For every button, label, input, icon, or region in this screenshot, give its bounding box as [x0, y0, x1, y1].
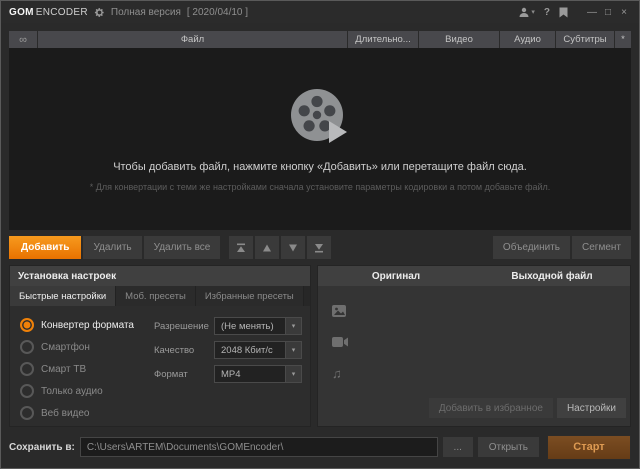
resolution-dropdown[interactable]: (Не менять) ▾: [214, 317, 302, 335]
dropzone-hint: Чтобы добавить файл, нажмите кнопку «Доб…: [113, 161, 527, 173]
mode-smartphone[interactable]: Смартфон: [20, 340, 144, 354]
lower-panels: Установка настроек Быстрые настройки Моб…: [9, 265, 631, 427]
gom-encoder-window: GOM ENCODER Полная версия [ 2020/04/10 ]…: [0, 0, 640, 469]
resolution-field: Разрешение (Не менять) ▾: [154, 317, 302, 335]
dropzone-note: * Для конвертации с теми же настройками …: [90, 182, 551, 192]
titlebar-right: ▾ ? — □ ×: [519, 7, 631, 18]
media-info-icons: ♫: [332, 304, 348, 380]
mode-format-converter[interactable]: Конвертер формата: [20, 318, 144, 332]
settings-panel-title: Установка настроек: [10, 266, 310, 286]
close-button[interactable]: ×: [617, 7, 631, 18]
logo-encoder-text: ENCODER: [36, 7, 88, 18]
resolution-label: Разрешение: [154, 321, 214, 332]
mode-web-video[interactable]: Веб видео: [20, 406, 144, 420]
radio-icon: [20, 384, 34, 398]
mode-label: Только аудио: [41, 386, 103, 397]
quality-field: Качество 2048 Кбит/с ▾: [154, 341, 302, 359]
help-icon[interactable]: ?: [544, 7, 550, 18]
tab-mobile-presets[interactable]: Моб. пресеты: [116, 286, 196, 306]
video-camera-icon: [332, 335, 348, 349]
mode-label: Веб видео: [41, 408, 89, 419]
app-logo: GOM ENCODER: [9, 7, 88, 18]
radio-icon: [20, 340, 34, 354]
chevron-down-icon[interactable]: ▾: [285, 342, 301, 358]
move-down-button[interactable]: [281, 236, 305, 259]
preview-panel: Оригинал Выходной файл ♫ Добавить в избр…: [317, 265, 631, 427]
mode-label: Смартфон: [41, 342, 90, 353]
window-controls: — □ ×: [585, 7, 631, 18]
quality-value: 2048 Кбит/с: [215, 345, 285, 356]
settings-panel-body: Конвертер формата Смартфон Смарт ТВ Толь…: [10, 306, 310, 426]
music-note-icon: ♫: [332, 366, 348, 380]
move-top-button[interactable]: [229, 236, 253, 259]
output-path-input[interactable]: [80, 437, 438, 457]
column-header-duration[interactable]: Длительно...: [348, 31, 418, 48]
file-table-header: ∞ Файл Длительно... Видео Аудио Субтитры…: [9, 31, 631, 48]
preview-header: Оригинал Выходной файл: [318, 266, 630, 286]
chevron-down-icon[interactable]: ▾: [285, 366, 301, 382]
save-to-label: Сохранить в:: [9, 442, 75, 453]
format-label: Формат: [154, 369, 214, 380]
output-column-title: Выходной файл: [474, 266, 630, 286]
version-label: Полная версия: [111, 7, 181, 18]
remove-all-button[interactable]: Удалить все: [144, 236, 221, 259]
radio-icon: [20, 362, 34, 376]
mode-smart-tv[interactable]: Смарт ТВ: [20, 362, 144, 376]
mode-audio-only[interactable]: Только аудио: [20, 384, 144, 398]
column-header-video[interactable]: Видео: [419, 31, 499, 48]
move-up-button[interactable]: [255, 236, 279, 259]
settings-panel: Установка настроек Быстрые настройки Моб…: [9, 265, 311, 427]
image-icon: [332, 304, 348, 318]
radio-icon: [20, 318, 34, 332]
column-header-star[interactable]: *: [615, 31, 631, 48]
add-button[interactable]: Добавить: [9, 236, 81, 259]
user-caret-icon: ▾: [531, 8, 535, 16]
file-toolbar: Добавить Удалить Удалить все Объединить …: [9, 236, 631, 259]
format-value: MP4: [215, 369, 285, 380]
segment-button[interactable]: Сегмент: [572, 236, 631, 259]
toolbar-spacer: [333, 236, 491, 259]
build-date-label: [ 2020/04/10 ]: [187, 7, 248, 18]
start-button[interactable]: Старт: [547, 435, 631, 460]
remove-button[interactable]: Удалить: [83, 236, 141, 259]
preview-body: ♫: [318, 286, 630, 395]
flag-icon[interactable]: [559, 7, 568, 18]
encoding-fields: Разрешение (Не менять) ▾ Качество 2048 К…: [144, 315, 306, 420]
column-header-subtitles[interactable]: Субтитры: [556, 31, 614, 48]
reorder-buttons: [229, 236, 331, 259]
preview-footer: Добавить в избранное Настройки: [318, 395, 630, 426]
quality-dropdown[interactable]: 2048 Кбит/с ▾: [214, 341, 302, 359]
user-account-icon[interactable]: ▾: [519, 7, 535, 17]
minimize-button[interactable]: —: [585, 7, 599, 18]
browse-button[interactable]: ...: [443, 437, 473, 457]
move-bottom-button[interactable]: [307, 236, 331, 259]
logo-gom-text: GOM: [9, 7, 34, 18]
original-column-title: Оригинал: [318, 266, 474, 286]
format-dropdown[interactable]: MP4 ▾: [214, 365, 302, 383]
settings-tabs: Быстрые настройки Моб. пресеты Избранные…: [10, 286, 310, 306]
film-reel-icon: [289, 87, 351, 145]
column-header-file[interactable]: Файл: [38, 31, 347, 48]
mode-label: Смарт ТВ: [41, 364, 86, 375]
titlebar: GOM ENCODER Полная версия [ 2020/04/10 ]…: [1, 1, 639, 23]
resolution-value: (Не менять): [215, 321, 285, 332]
link-icon[interactable]: ∞: [9, 31, 37, 48]
settings-button[interactable]: Настройки: [557, 398, 626, 418]
tab-favorite-presets[interactable]: Избранные пресеты: [196, 286, 304, 306]
column-header-audio[interactable]: Аудио: [500, 31, 555, 48]
mode-radio-group: Конвертер формата Смартфон Смарт ТВ Толь…: [20, 315, 144, 420]
chevron-down-icon[interactable]: ▾: [285, 318, 301, 334]
merge-button[interactable]: Объединить: [493, 236, 570, 259]
tab-quick-settings[interactable]: Быстрые настройки: [10, 286, 116, 306]
open-folder-button[interactable]: Открыть: [478, 437, 539, 457]
quality-label: Качество: [154, 345, 214, 356]
radio-icon: [20, 406, 34, 420]
add-to-favorites-button[interactable]: Добавить в избранное: [429, 398, 553, 418]
mode-label: Конвертер формата: [41, 320, 134, 331]
maximize-button[interactable]: □: [601, 7, 615, 18]
format-field: Формат MP4 ▾: [154, 365, 302, 383]
save-bar: Сохранить в: ... Открыть Старт: [9, 432, 631, 462]
gear-icon[interactable]: [94, 7, 105, 18]
file-drop-zone[interactable]: Чтобы добавить файл, нажмите кнопку «Доб…: [9, 48, 631, 230]
